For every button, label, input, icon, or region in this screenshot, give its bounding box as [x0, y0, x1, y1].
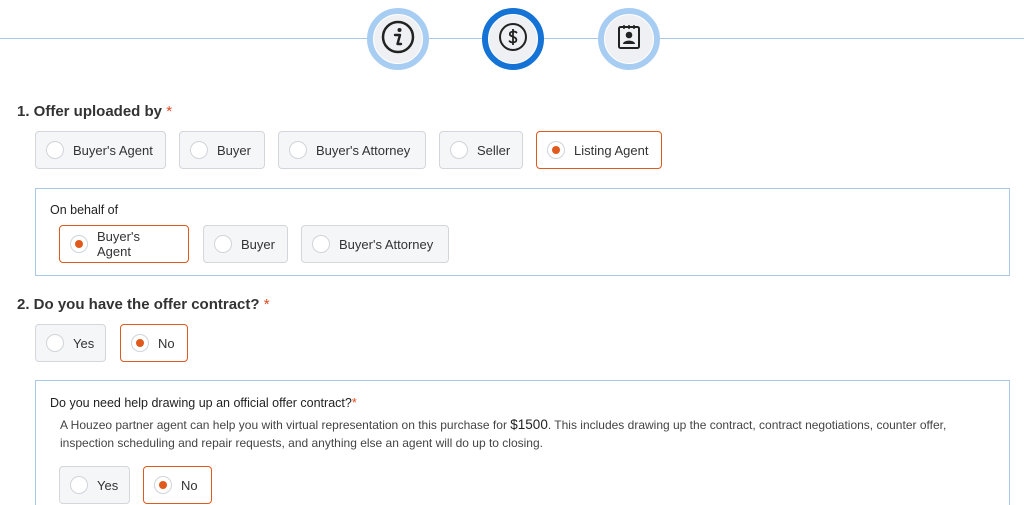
- on-behalf-label: On behalf of: [50, 203, 119, 217]
- q1-label: 1. Offer uploaded by: [17, 103, 163, 120]
- help-price: $1500: [510, 417, 548, 432]
- option-label: Buyer's Agent: [97, 229, 140, 259]
- option-label: Buyer: [241, 236, 275, 252]
- q2-title: 2. Do you have the offer contract? *: [17, 296, 270, 313]
- help-label: Do you need help drawing up an official …: [50, 396, 352, 410]
- step-info[interactable]: [367, 8, 429, 70]
- q1-title: 1. Offer uploaded by *: [17, 103, 172, 120]
- radio-circle[interactable]: [312, 235, 330, 253]
- option-label: Yes: [97, 477, 119, 493]
- radio-circle[interactable]: [214, 235, 232, 253]
- q1-option-seller[interactable]: Seller: [439, 131, 523, 169]
- help-description-text: A Houzeo partner agent can help you with…: [60, 418, 507, 432]
- help-question: Do you need help drawing up an official …: [50, 396, 357, 410]
- contact-card-icon: [617, 24, 641, 55]
- help-option-no[interactable]: No: [143, 466, 212, 504]
- help-description: A Houzeo partner agent can help you with…: [60, 416, 990, 452]
- q2-option-yes[interactable]: Yes: [35, 324, 106, 362]
- radio-circle[interactable]: [450, 141, 468, 159]
- step-contact[interactable]: [598, 8, 660, 70]
- info-icon: [381, 20, 415, 59]
- step-price[interactable]: [482, 8, 544, 70]
- required-mark: *: [351, 396, 357, 410]
- on-behalf-panel: On behalf of Buyer's Agent Buyer Buyer's…: [35, 188, 1010, 276]
- behalf-option-buyer[interactable]: Buyer: [203, 225, 288, 263]
- q1-option-listing-agent[interactable]: Listing Agent: [536, 131, 662, 169]
- option-label: Seller: [477, 142, 511, 158]
- radio-circle[interactable]: [46, 141, 64, 159]
- radio-circle[interactable]: [46, 334, 64, 352]
- behalf-option-buyers-attorney[interactable]: Buyer's Attorney: [301, 225, 449, 263]
- option-label: Buyer's Attorney: [339, 236, 434, 252]
- radio-circle[interactable]: [190, 141, 208, 159]
- radio-circle[interactable]: [547, 141, 565, 159]
- required-mark: *: [166, 103, 173, 120]
- q2-label: 2. Do you have the offer contract?: [17, 296, 260, 313]
- q1-option-buyer[interactable]: Buyer: [179, 131, 265, 169]
- option-label: Listing Agent: [574, 142, 649, 158]
- behalf-option-buyers-agent[interactable]: Buyer's Agent: [59, 225, 189, 263]
- q2-option-no[interactable]: No: [120, 324, 188, 362]
- option-label: Yes: [73, 335, 95, 351]
- help-option-yes[interactable]: Yes: [59, 466, 130, 504]
- dollar-icon: [498, 22, 528, 57]
- required-mark: *: [263, 296, 270, 313]
- option-label: No: [181, 477, 198, 493]
- radio-circle[interactable]: [154, 476, 172, 494]
- option-label: Buyer's Attorney: [316, 142, 411, 158]
- option-label: Buyer: [217, 142, 251, 158]
- contract-help-panel: Do you need help drawing up an official …: [35, 380, 1010, 505]
- q1-option-buyers-attorney[interactable]: Buyer's Attorney: [278, 131, 426, 169]
- radio-circle[interactable]: [289, 141, 307, 159]
- radio-circle[interactable]: [70, 235, 88, 253]
- option-label: No: [158, 335, 175, 351]
- q1-option-buyers-agent[interactable]: Buyer's Agent: [35, 131, 166, 169]
- radio-circle[interactable]: [70, 476, 88, 494]
- radio-circle[interactable]: [131, 334, 149, 352]
- option-label: Buyer's Agent: [73, 142, 153, 158]
